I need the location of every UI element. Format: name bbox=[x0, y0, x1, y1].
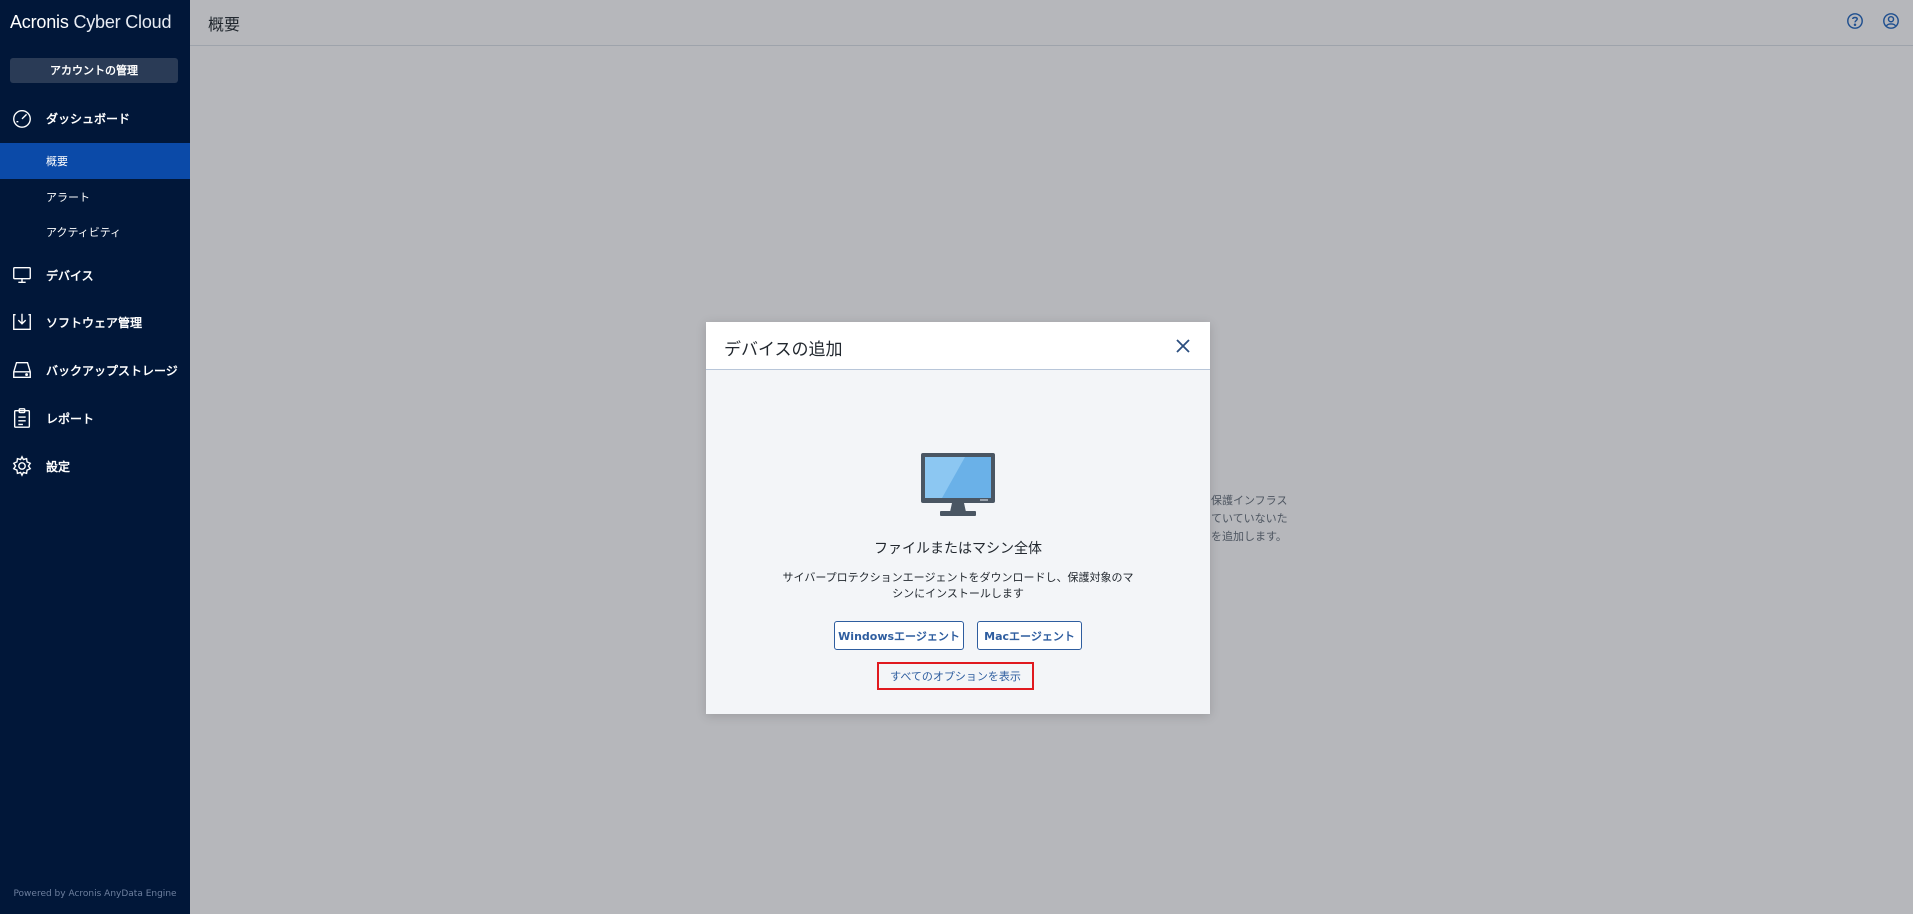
modal-title: デバイスの追加 bbox=[724, 340, 843, 360]
sidebar-item-software-management[interactable]: ソフトウェア管理 bbox=[0, 304, 190, 340]
close-button[interactable] bbox=[1172, 335, 1194, 357]
brand-logo: Acronis Cyber Cloud bbox=[10, 12, 171, 36]
help-icon[interactable] bbox=[1845, 11, 1865, 31]
sidebar-item-label: 設定 bbox=[46, 459, 71, 474]
background-text-line: 保護インフラス bbox=[1211, 494, 1288, 507]
sidebar-item-label: ソフトウェア管理 bbox=[46, 315, 143, 330]
user-account-icon[interactable] bbox=[1881, 11, 1901, 31]
storage-drive-icon bbox=[10, 358, 34, 382]
background-text-line: を追加します。 bbox=[1211, 530, 1287, 543]
monitor-icon bbox=[10, 263, 34, 287]
show-all-options-label: すべてのオプションを表示 bbox=[890, 670, 1021, 683]
mac-agent-button[interactable]: Macエージェント bbox=[977, 621, 1082, 650]
sidebar-subitem-activities[interactable]: アクティビティ bbox=[0, 214, 190, 250]
sidebar-item-backup-storage[interactable]: バックアップストレージ bbox=[0, 352, 190, 388]
show-all-options-link[interactable]: すべてのオプションを表示 bbox=[877, 662, 1034, 690]
sidebar: Acronis Cyber Cloud アカウントの管理 ダッシュボード 概要 … bbox=[0, 0, 190, 914]
sidebar-item-label: ダッシュボード bbox=[46, 111, 131, 126]
software-download-icon bbox=[10, 310, 34, 334]
monitor-illustration-icon bbox=[920, 452, 996, 518]
sidebar-item-label: レポート bbox=[46, 411, 95, 426]
add-device-modal: デバイスの追加 ファイルまたはマシン全体 サイバープロテクションエージェントをダ… bbox=[706, 322, 1210, 714]
sidebar-subitem-label: アラート bbox=[46, 191, 90, 204]
sidebar-item-dashboard[interactable]: ダッシュボード bbox=[0, 100, 190, 136]
option-title: ファイルまたはマシン全体 bbox=[874, 541, 1042, 557]
dashboard-icon bbox=[10, 106, 34, 130]
option-description: サイバープロテクションエージェントをダウンロードし、保護対象のマシンにインストー… bbox=[782, 571, 1134, 600]
clipboard-report-icon bbox=[10, 406, 34, 430]
sidebar-subitem-overview[interactable]: 概要 bbox=[0, 143, 190, 179]
sidebar-item-reports[interactable]: レポート bbox=[0, 400, 190, 436]
background-empty-state-text: 保護インフラス ていていないた を追加します。 bbox=[1211, 492, 1288, 546]
powered-by-text: Powered by Acronis AnyData Engine bbox=[13, 889, 177, 899]
sidebar-item-devices[interactable]: デバイス bbox=[0, 257, 190, 293]
brand-name-part2: Cyber Cloud bbox=[73, 12, 172, 32]
background-text-line: ていていないた bbox=[1211, 512, 1288, 525]
page-title: 概要 bbox=[208, 15, 241, 34]
sidebar-item-label: バックアップストレージ bbox=[46, 363, 178, 378]
sidebar-item-label: デバイス bbox=[46, 268, 94, 283]
gear-icon bbox=[10, 454, 34, 478]
sidebar-subitem-label: 概要 bbox=[46, 155, 68, 168]
modal-header: デバイスの追加 bbox=[706, 322, 1210, 370]
brand-name-part1: Acronis bbox=[10, 12, 69, 32]
sidebar-subitem-label: アクティビティ bbox=[46, 226, 122, 239]
windows-agent-button[interactable]: Windowsエージェント bbox=[834, 621, 964, 650]
sidebar-item-settings[interactable]: 設定 bbox=[0, 448, 190, 484]
top-bar: 概要 bbox=[190, 0, 1913, 46]
close-icon bbox=[1176, 339, 1190, 353]
sidebar-subitem-alerts[interactable]: アラート bbox=[0, 179, 190, 215]
account-management-button[interactable]: アカウントの管理 bbox=[10, 58, 178, 83]
